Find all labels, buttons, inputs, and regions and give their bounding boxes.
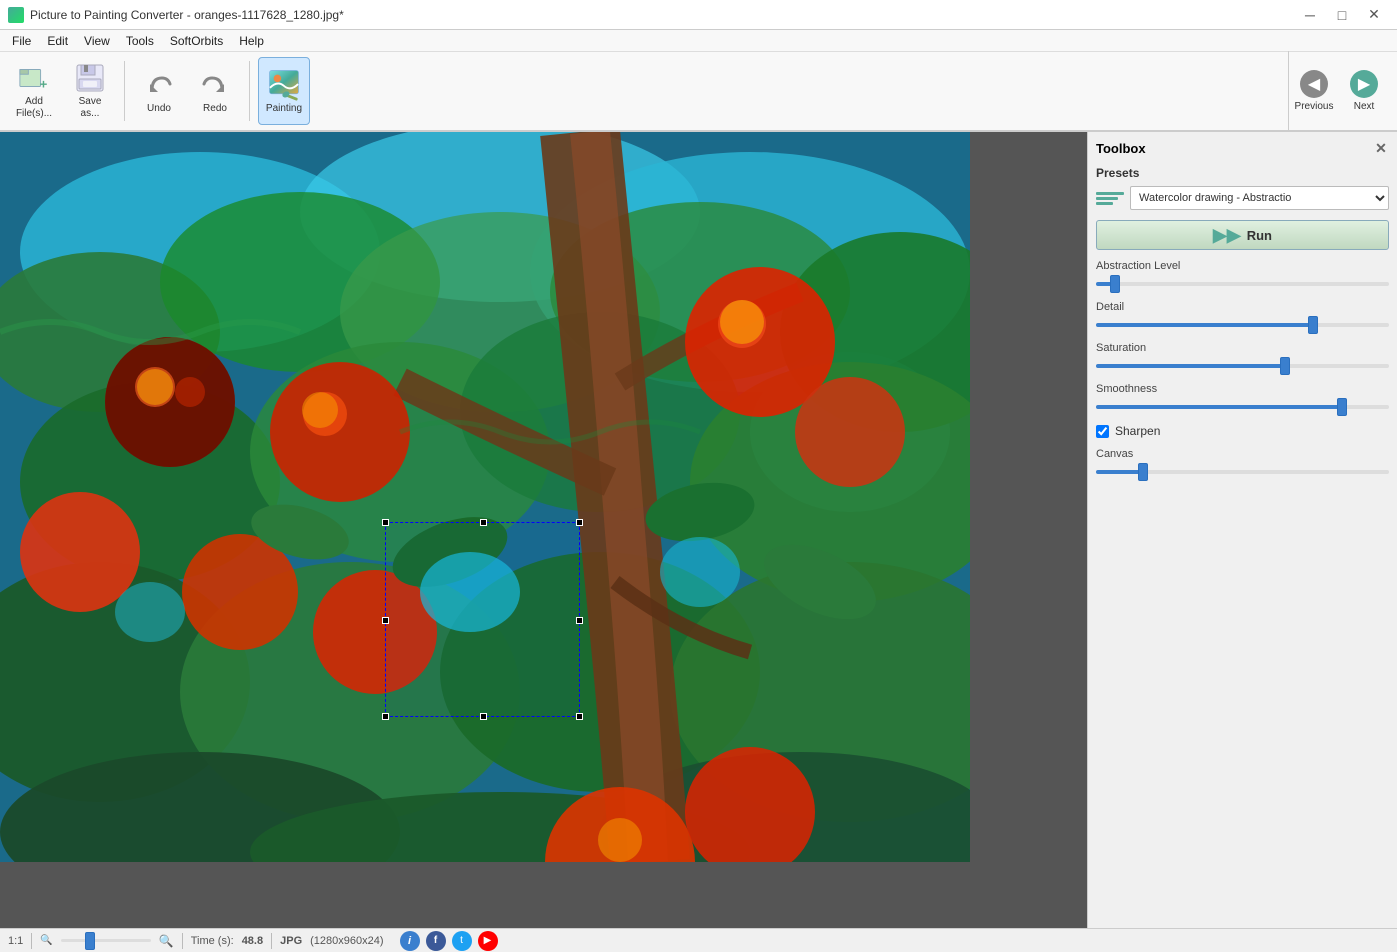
window-title: Picture to Painting Converter - oranges-… bbox=[30, 8, 1295, 22]
app-icon bbox=[8, 7, 24, 23]
add-file-label: AddFile(s)... bbox=[16, 96, 52, 120]
menu-file[interactable]: File bbox=[4, 32, 39, 50]
next-label: Next bbox=[1354, 101, 1375, 112]
zoom-slider[interactable] bbox=[61, 939, 151, 942]
window-controls: ─ □ ✕ bbox=[1295, 0, 1389, 30]
detail-label: Detail bbox=[1096, 301, 1389, 313]
close-button[interactable]: ✕ bbox=[1359, 0, 1389, 30]
status-separator-1 bbox=[31, 933, 32, 949]
maximize-button[interactable]: □ bbox=[1327, 0, 1357, 30]
canvas-label: Canvas bbox=[1096, 448, 1389, 460]
toolbox-header: Toolbox ✕ bbox=[1096, 140, 1389, 156]
title-bar: Picture to Painting Converter - oranges-… bbox=[0, 0, 1397, 30]
time-label: Time (s): bbox=[191, 935, 234, 947]
facebook-icon-button[interactable]: f bbox=[426, 931, 446, 951]
file-dimensions: (1280x960x24) bbox=[310, 935, 383, 947]
time-value: 48.8 bbox=[242, 935, 263, 947]
detail-slider[interactable] bbox=[1096, 323, 1389, 327]
saturation-label: Saturation bbox=[1096, 342, 1389, 354]
previous-icon: ◀ bbox=[1300, 70, 1328, 98]
undo-icon bbox=[143, 69, 175, 101]
detail-slider-row: Detail bbox=[1096, 301, 1389, 330]
abstraction-slider[interactable] bbox=[1096, 282, 1389, 286]
toolbox-title: Toolbox bbox=[1096, 141, 1146, 156]
smoothness-slider[interactable] bbox=[1096, 405, 1389, 409]
presets-select[interactable]: Watercolor drawing - AbstractioOil Paint… bbox=[1130, 186, 1389, 210]
zoom-in-icon: 🔍 bbox=[159, 934, 174, 948]
undo-button[interactable]: Undo bbox=[133, 57, 185, 125]
run-icon: ▶▶ bbox=[1213, 225, 1241, 246]
minimize-button[interactable]: ─ bbox=[1295, 0, 1325, 30]
run-label: Run bbox=[1247, 228, 1272, 243]
redo-label: Redo bbox=[203, 103, 227, 114]
main-area: Toolbox ✕ Presets Watercolor drawing - A… bbox=[0, 132, 1397, 928]
zoom-out-icon: 🔍 bbox=[40, 935, 52, 946]
sharpen-row: Sharpen bbox=[1096, 424, 1389, 438]
status-icons: i f t ▶ bbox=[400, 931, 498, 951]
file-format: JPG bbox=[280, 935, 302, 947]
presets-row: Watercolor drawing - AbstractioOil Paint… bbox=[1096, 184, 1389, 212]
saturation-slider-row: Saturation bbox=[1096, 342, 1389, 371]
save-icon bbox=[74, 62, 106, 94]
save-button[interactable]: Saveas... bbox=[64, 57, 116, 125]
toolbar-divider-2 bbox=[249, 61, 250, 121]
status-separator-2 bbox=[182, 933, 183, 949]
redo-button[interactable]: Redo bbox=[189, 57, 241, 125]
painting-label: Painting bbox=[266, 103, 302, 114]
menu-view[interactable]: View bbox=[76, 32, 118, 50]
youtube-icon-button[interactable]: ▶ bbox=[478, 931, 498, 951]
zoom-level: 1:1 bbox=[8, 935, 23, 947]
save-label: Saveas... bbox=[79, 96, 102, 120]
painting-canvas bbox=[0, 132, 970, 862]
toolbox-panel: Toolbox ✕ Presets Watercolor drawing - A… bbox=[1087, 132, 1397, 928]
toolbox-close-button[interactable]: ✕ bbox=[1373, 140, 1389, 156]
presets-icon bbox=[1096, 184, 1124, 212]
toolbar-nav: ◀ Previous ▶ Next bbox=[1288, 51, 1389, 131]
undo-label: Undo bbox=[147, 103, 171, 114]
add-file-button[interactable]: + AddFile(s)... bbox=[8, 57, 60, 125]
menu-edit[interactable]: Edit bbox=[39, 32, 76, 50]
sharpen-checkbox[interactable] bbox=[1096, 425, 1109, 438]
smoothness-label: Smoothness bbox=[1096, 383, 1389, 395]
abstraction-slider-row: Abstraction Level bbox=[1096, 260, 1389, 289]
toolbar: + AddFile(s)... Saveas... Undo bbox=[0, 52, 1397, 132]
presets-label: Presets bbox=[1096, 166, 1389, 180]
info-icon-button[interactable]: i bbox=[400, 931, 420, 951]
canvas-slider-row: Canvas bbox=[1096, 448, 1389, 477]
menu-help[interactable]: Help bbox=[231, 32, 272, 50]
painting-icon bbox=[268, 69, 300, 101]
previous-label: Previous bbox=[1295, 101, 1334, 112]
next-button[interactable]: ▶ Next bbox=[1339, 51, 1389, 131]
canvas-area[interactable] bbox=[0, 132, 1087, 928]
previous-button[interactable]: ◀ Previous bbox=[1289, 51, 1339, 131]
toolbar-divider-1 bbox=[124, 61, 125, 121]
menu-softorbits[interactable]: SoftOrbits bbox=[162, 32, 231, 50]
abstraction-label: Abstraction Level bbox=[1096, 260, 1389, 272]
twitter-icon-button[interactable]: t bbox=[452, 931, 472, 951]
status-bar: 1:1 🔍 🔍 Time (s): 48.8 JPG (1280x960x24)… bbox=[0, 928, 1397, 952]
add-file-icon: + bbox=[18, 62, 50, 94]
smoothness-slider-row: Smoothness bbox=[1096, 383, 1389, 412]
painting-button[interactable]: Painting bbox=[258, 57, 310, 125]
menu-bar: File Edit View Tools SoftOrbits Help bbox=[0, 30, 1397, 52]
canvas-slider[interactable] bbox=[1096, 470, 1389, 474]
zoom-view: 1:1 bbox=[8, 935, 23, 947]
run-button[interactable]: ▶▶ Run bbox=[1096, 220, 1389, 250]
sharpen-label: Sharpen bbox=[1115, 424, 1160, 438]
menu-tools[interactable]: Tools bbox=[118, 32, 162, 50]
status-separator-3 bbox=[271, 933, 272, 949]
next-icon: ▶ bbox=[1350, 70, 1378, 98]
redo-icon bbox=[199, 69, 231, 101]
svg-text:+: + bbox=[40, 76, 48, 91]
saturation-slider[interactable] bbox=[1096, 364, 1389, 368]
